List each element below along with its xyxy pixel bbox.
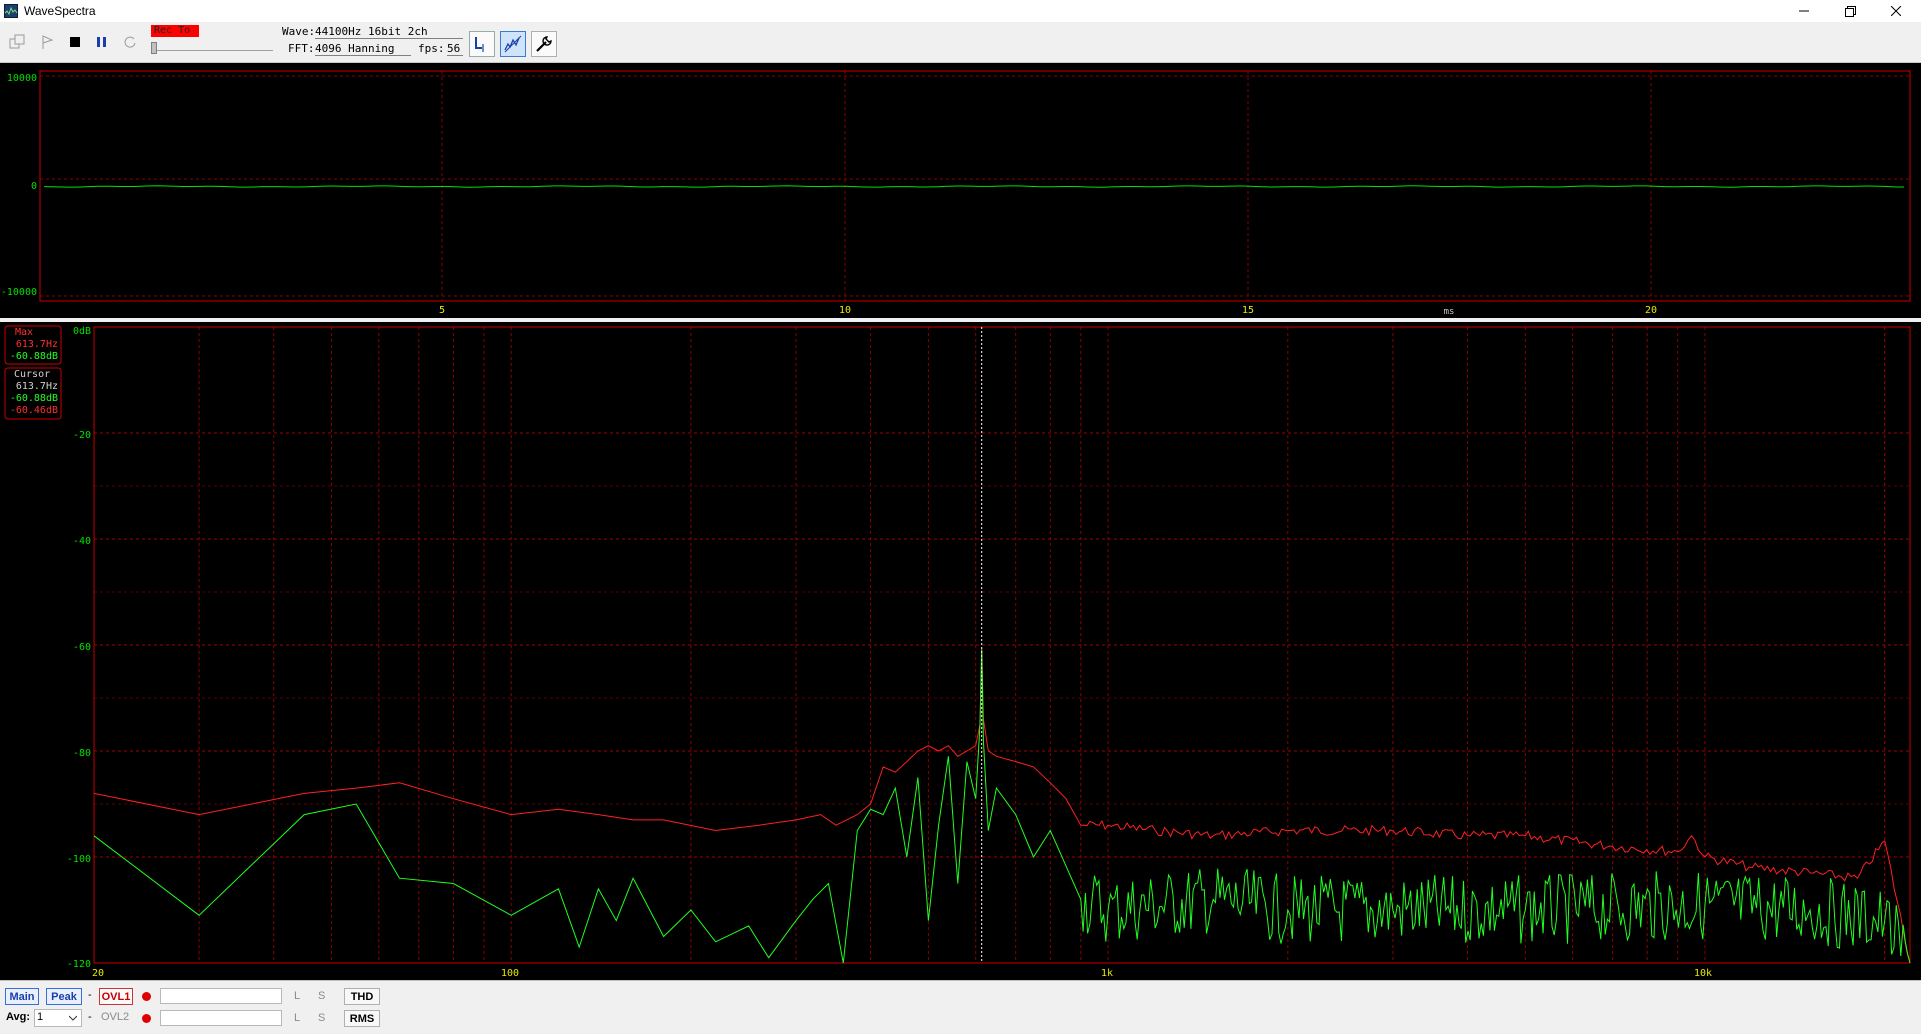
wave-ytick: -10000 — [1, 287, 37, 298]
wave-x-unit: ms — [1444, 307, 1455, 317]
peak-button[interactable]: Peak — [46, 988, 82, 1005]
max-frequency: 613.7Hz — [16, 339, 58, 350]
spec-xtick: 20 — [92, 968, 104, 979]
waveform-plot[interactable]: 10000 0 -10000 5 10 15 20 ms — [0, 63, 1921, 318]
slider-knob[interactable] — [151, 42, 157, 54]
spec-ytick: 0dB — [73, 326, 91, 337]
waveform-trace — [43, 185, 1905, 188]
window-title: WaveSpectra — [24, 4, 96, 18]
spectrum-y-axis: 0dB -20 -40 -60 -80 -100 -120 — [67, 326, 91, 970]
hz-spectrum-icon — [504, 35, 522, 53]
spec-ytick: -120 — [67, 959, 91, 970]
avg-value: 1 — [37, 1011, 44, 1023]
toolbar: Rec To Wave: 44100Hz 16bit 2ch FFT: 4096… — [0, 22, 1921, 63]
spec-ytick: -100 — [67, 854, 91, 865]
live-spectrum-trace — [93, 649, 1911, 964]
avg-label: Avg: — [6, 1011, 31, 1023]
dash-separator: - — [88, 1011, 92, 1023]
ovl2-name-field[interactable] — [160, 1010, 282, 1026]
wave-xtick: 20 — [1645, 305, 1657, 316]
waveform-x-axis: 5 10 15 20 ms — [439, 305, 1657, 317]
ovl1-save-button[interactable]: S — [318, 990, 325, 1002]
settings-button[interactable] — [531, 31, 557, 57]
fps-value: 56 — [447, 42, 463, 56]
max-level: -60.88dB — [10, 351, 58, 362]
spectrum-grid — [94, 327, 1910, 963]
dash-separator: - — [88, 989, 92, 1001]
ovl1-name-field[interactable] — [160, 988, 282, 1004]
fft-label: FFT: — [288, 42, 315, 55]
spec-ytick: -20 — [73, 430, 91, 441]
channel-lr-button[interactable] — [469, 31, 495, 57]
cursor-label: Cursor — [14, 369, 50, 380]
wave-label: Wave: — [282, 25, 316, 38]
wave-ytick: 0 — [31, 181, 37, 192]
rms-button[interactable]: RMS — [344, 1010, 380, 1027]
max-label: Max — [15, 327, 33, 338]
stop-button[interactable] — [63, 30, 87, 54]
wave-xtick: 5 — [439, 305, 445, 316]
waveform-panel[interactable]: 10000 0 -10000 5 10 15 20 ms — [0, 63, 1921, 318]
spectrum-x-axis: 20 100 1k 10k — [92, 968, 1712, 979]
ovl2-load-button[interactable]: L — [294, 1012, 300, 1024]
wrench-icon — [536, 36, 552, 52]
main-button[interactable]: Main — [5, 988, 39, 1005]
restore-icon — [1844, 5, 1856, 17]
chevron-down-icon — [69, 1015, 77, 1021]
pause-button[interactable] — [90, 30, 114, 54]
spec-xtick: 1k — [1101, 968, 1113, 979]
title-bar: WaveSpectra — [0, 0, 1921, 22]
spectrum-panel[interactable]: 0dB -20 -40 -60 -80 -100 -120 20 100 1k … — [0, 322, 1921, 980]
pause-icon — [97, 37, 106, 47]
close-button[interactable] — [1873, 0, 1919, 22]
flag-icon — [42, 35, 54, 49]
cursor-readout: Cursor 613.7Hz -60.88dB -60.46dB — [4, 367, 62, 420]
wave-xtick: 15 — [1242, 305, 1254, 316]
wave-ytick: 10000 — [7, 73, 37, 84]
minimize-button[interactable] — [1781, 0, 1827, 22]
stop-icon — [70, 37, 80, 47]
ovl2-button[interactable]: OVL2 — [101, 1011, 129, 1023]
waveform-y-axis: 10000 0 -10000 — [1, 73, 37, 298]
avg-select[interactable]: 1 — [34, 1009, 82, 1027]
ovl2-record-icon[interactable] — [142, 1014, 151, 1023]
spec-ytick: -60 — [73, 642, 91, 653]
ovl1-record-icon[interactable] — [142, 992, 151, 1001]
fft-setting-field[interactable]: 4096 Hanning — [315, 42, 411, 56]
spec-xtick: 100 — [501, 968, 519, 979]
fps-label: fps: — [418, 42, 445, 55]
bottom-panel: Main Peak - OVL1 L S THD Avg: 1 - OVL2 L… — [0, 980, 1921, 1034]
app-icon — [4, 4, 18, 18]
thd-button[interactable]: THD — [344, 988, 380, 1005]
copy-windows-icon — [9, 34, 25, 49]
spectrum-plot[interactable]: 0dB -20 -40 -60 -80 -100 -120 20 100 1k … — [0, 322, 1921, 980]
spec-xtick: 10k — [1694, 968, 1712, 979]
cursor-level-live: -60.88dB — [10, 393, 58, 404]
rec-to-badge[interactable]: Rec To — [151, 25, 199, 37]
spec-ytick: -40 — [73, 536, 91, 547]
ovl2-save-button[interactable]: S — [318, 1012, 325, 1024]
refresh-icon — [124, 36, 136, 48]
cursor-frequency: 613.7Hz — [16, 381, 58, 392]
ovl1-load-button[interactable]: L — [294, 990, 300, 1002]
lr-channel-icon — [475, 37, 484, 52]
record-level-slider[interactable] — [151, 42, 273, 54]
spectrum-view-button[interactable] — [500, 31, 526, 57]
loop-button[interactable] — [118, 30, 142, 54]
ovl1-button[interactable]: OVL1 — [99, 988, 133, 1005]
close-icon — [1891, 6, 1901, 16]
restore-button[interactable] — [1827, 0, 1873, 22]
spec-ytick: -80 — [73, 748, 91, 759]
play-file-button[interactable] — [36, 30, 60, 54]
minimize-icon — [1799, 10, 1809, 12]
wave-xtick: 10 — [839, 305, 851, 316]
max-readout: Max 613.7Hz -60.88dB — [4, 325, 62, 365]
source-button[interactable] — [6, 30, 30, 54]
cursor-level-peak: -60.46dB — [10, 405, 58, 416]
wave-format-field[interactable]: 44100Hz 16bit 2ch — [315, 25, 463, 39]
peak-hold-trace — [93, 647, 1911, 964]
